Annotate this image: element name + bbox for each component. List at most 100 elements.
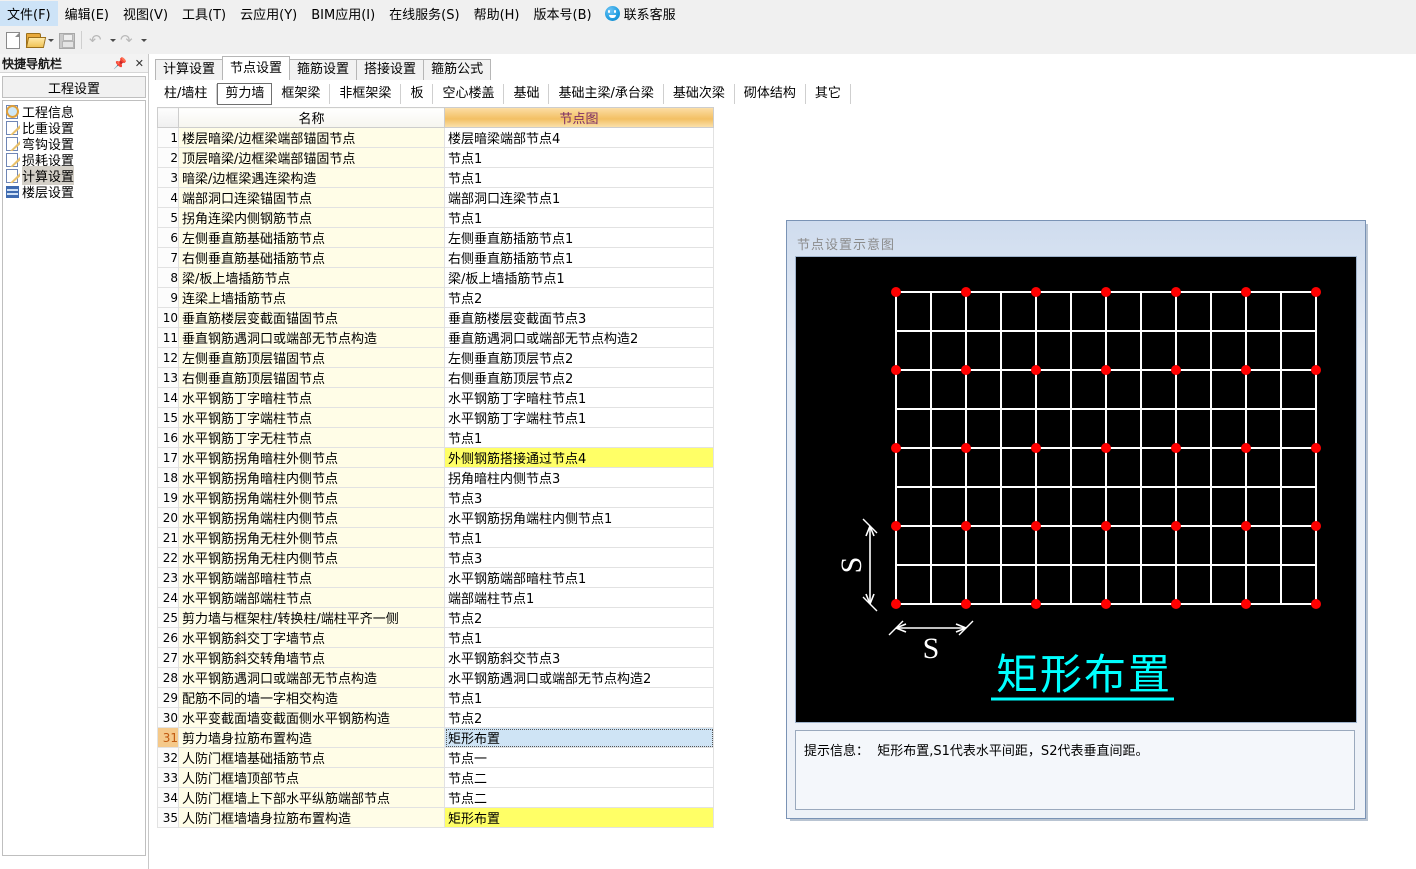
row-index-cell[interactable]: 22 — [157, 547, 179, 568]
row-value-cell[interactable]: 节点3 — [444, 547, 714, 568]
row-value-cell[interactable]: 节点2 — [444, 287, 714, 308]
row-index-cell[interactable]: 10 — [157, 307, 179, 328]
tab-stirrup-settings[interactable]: 箍筋设置 — [289, 59, 358, 80]
row-index-cell[interactable]: 33 — [157, 767, 179, 788]
tab-stirrup-formula[interactable]: 箍筋公式 — [423, 59, 492, 80]
table-row[interactable]: 20 水平钢筋拐角端柱内侧节点 水平钢筋拐角端柱内侧节点1 — [157, 507, 714, 528]
menu-item-bim-apps[interactable]: BIM应用(I) — [304, 1, 382, 26]
row-index-cell[interactable]: 30 — [157, 707, 179, 728]
menu-item-online-service[interactable]: 在线服务(S) — [382, 1, 466, 26]
row-name-cell[interactable]: 右侧垂直筋基础插筋节点 — [178, 247, 445, 268]
row-name-cell[interactable]: 水平钢筋丁字无柱节点 — [178, 427, 445, 448]
open-dropdown-icon[interactable] — [46, 29, 55, 51]
sidebar-section-header[interactable]: 工程设置 — [2, 76, 146, 98]
menu-item-view[interactable]: 视图(V) — [116, 1, 175, 26]
row-name-cell[interactable]: 水平钢筋拐角无柱外侧节点 — [178, 527, 445, 548]
row-index-cell[interactable]: 14 — [157, 387, 179, 408]
redo-icon[interactable]: ↷ — [117, 29, 139, 51]
row-index-cell[interactable]: 25 — [157, 607, 179, 628]
row-index-cell[interactable]: 27 — [157, 647, 179, 668]
row-index-cell[interactable]: 32 — [157, 747, 179, 768]
row-name-cell[interactable]: 右侧垂直筋顶层锚固节点 — [178, 367, 445, 388]
row-value-cell[interactable]: 矩形布置 — [444, 727, 714, 748]
subtab-masonry-structure[interactable]: 砌体结构 — [735, 84, 806, 104]
pin-icon[interactable]: 📌 — [113, 57, 127, 70]
row-name-cell[interactable]: 楼层暗梁/边框梁端部锚固节点 — [178, 127, 445, 148]
row-name-cell[interactable]: 水平变截面墙变截面侧水平钢筋构造 — [178, 707, 445, 728]
subtab-column-wall-column[interactable]: 柱/墙柱 — [155, 84, 218, 104]
row-value-cell[interactable]: 矩形布置 — [444, 807, 714, 828]
row-index-cell[interactable]: 8 — [157, 267, 179, 288]
row-value-cell[interactable]: 右侧垂直筋插筋节点1 — [444, 247, 714, 268]
row-name-cell[interactable]: 人防门框墙上下部水平纵筋端部节点 — [178, 787, 445, 808]
table-row[interactable]: 2 顶层暗梁/边框梁端部锚固节点 节点1 — [157, 147, 714, 168]
undo-dropdown-icon[interactable] — [108, 29, 117, 51]
row-index-cell[interactable]: 6 — [157, 227, 179, 248]
row-index-cell[interactable]: 5 — [157, 207, 179, 228]
contact-support-button[interactable]: 联系客服 — [599, 1, 682, 26]
row-value-cell[interactable]: 节点二 — [444, 787, 714, 808]
table-row[interactable]: 14 水平钢筋丁字暗柱节点 水平钢筋丁字暗柱节点1 — [157, 387, 714, 408]
row-value-cell[interactable]: 节点1 — [444, 427, 714, 448]
subtab-slab[interactable]: 板 — [401, 84, 434, 104]
row-value-cell[interactable]: 水平钢筋遇洞口或端部无节点构造2 — [444, 667, 714, 688]
row-value-cell[interactable]: 节点二 — [444, 767, 714, 788]
close-icon[interactable]: ✕ — [135, 57, 144, 70]
table-row[interactable]: 30 水平变截面墙变截面侧水平钢筋构造 节点2 — [157, 707, 714, 728]
row-value-cell[interactable]: 水平钢筋斜交节点3 — [444, 647, 714, 668]
row-index-cell[interactable]: 23 — [157, 567, 179, 588]
row-name-cell[interactable]: 左侧垂直筋顶层锚固节点 — [178, 347, 445, 368]
row-value-cell[interactable]: 外侧钢筋搭接通过节点4 — [444, 447, 714, 468]
subtab-frame-beam[interactable]: 框架梁 — [272, 84, 331, 104]
row-index-cell[interactable]: 15 — [157, 407, 179, 428]
menu-item-tools[interactable]: 工具(T) — [175, 1, 233, 26]
row-index-cell[interactable]: 19 — [157, 487, 179, 508]
row-index-cell[interactable]: 34 — [157, 787, 179, 808]
row-index-cell[interactable]: 1 — [157, 127, 179, 148]
table-row[interactable]: 15 水平钢筋丁字端柱节点 水平钢筋丁字端柱节点1 — [157, 407, 714, 428]
row-index-cell[interactable]: 4 — [157, 187, 179, 208]
row-name-cell[interactable]: 水平钢筋斜交丁字墙节点 — [178, 627, 445, 648]
row-index-cell[interactable]: 12 — [157, 347, 179, 368]
row-name-cell[interactable]: 端部洞口连梁锚固节点 — [178, 187, 445, 208]
open-folder-icon[interactable] — [24, 29, 47, 51]
table-row[interactable]: 23 水平钢筋端部暗柱节点 水平钢筋端部暗柱节点1 — [157, 567, 714, 588]
row-index-cell[interactable]: 31 — [157, 727, 179, 748]
subtab-other[interactable]: 其它 — [806, 84, 851, 104]
row-name-cell[interactable]: 水平钢筋丁字端柱节点 — [178, 407, 445, 428]
row-name-cell[interactable]: 水平钢筋丁字暗柱节点 — [178, 387, 445, 408]
subtab-hollow-floor[interactable]: 空心楼盖 — [433, 84, 505, 104]
row-index-cell[interactable]: 17 — [157, 447, 179, 468]
table-row[interactable]: 5 拐角连梁内侧钢筋节点 节点1 — [157, 207, 714, 228]
table-row[interactable]: 33 人防门框墙顶部节点 节点二 — [157, 767, 714, 788]
row-name-cell[interactable]: 人防门框墙基础插筋节点 — [178, 747, 445, 768]
row-name-cell[interactable]: 拐角连梁内侧钢筋节点 — [178, 207, 445, 228]
table-row[interactable]: 21 水平钢筋拐角无柱外侧节点 节点1 — [157, 527, 714, 548]
row-name-cell[interactable]: 水平钢筋斜交转角墙节点 — [178, 647, 445, 668]
row-value-cell[interactable]: 节点2 — [444, 607, 714, 628]
table-row[interactable]: 1 楼层暗梁/边框梁端部锚固节点 楼层暗梁端部节点4 — [157, 127, 714, 148]
table-row[interactable]: 19 水平钢筋拐角端柱外侧节点 节点3 — [157, 487, 714, 508]
row-name-cell[interactable]: 暗梁/边框梁遇连梁构造 — [178, 167, 445, 188]
table-row[interactable]: 6 左侧垂直筋基础插筋节点 左侧垂直筋插筋节点1 — [157, 227, 714, 248]
table-row[interactable]: 17 水平钢筋拐角暗柱外侧节点 外侧钢筋搭接通过节点4 — [157, 447, 714, 468]
row-value-cell[interactable]: 水平钢筋丁字端柱节点1 — [444, 407, 714, 428]
row-name-cell[interactable]: 水平钢筋拐角端柱外侧节点 — [178, 487, 445, 508]
menu-item-version[interactable]: 版本号(B) — [527, 1, 599, 26]
row-index-cell[interactable]: 28 — [157, 667, 179, 688]
subtab-foundation-secondary-beam[interactable]: 基础次梁 — [664, 84, 735, 104]
subtab-non-frame-beam[interactable]: 非框架梁 — [330, 84, 402, 104]
row-name-cell[interactable]: 水平钢筋端部端柱节点 — [178, 587, 445, 608]
table-row[interactable]: 28 水平钢筋遇洞口或端部无节点构造 水平钢筋遇洞口或端部无节点构造2 — [157, 667, 714, 688]
row-name-cell[interactable]: 水平钢筋拐角无柱内侧节点 — [178, 547, 445, 568]
row-index-cell[interactable]: 11 — [157, 327, 179, 348]
table-row[interactable]: 16 水平钢筋丁字无柱节点 节点1 — [157, 427, 714, 448]
table-row[interactable]: 27 水平钢筋斜交转角墙节点 水平钢筋斜交节点3 — [157, 647, 714, 668]
tab-lap-settings[interactable]: 搭接设置 — [356, 59, 425, 80]
table-row[interactable]: 25 剪力墙与框架柱/转换柱/端柱平齐一侧 节点2 — [157, 607, 714, 628]
row-value-cell[interactable]: 水平钢筋丁字暗柱节点1 — [444, 387, 714, 408]
table-row[interactable]: 13 右侧垂直筋顶层锚固节点 右侧垂直筋顶层节点2 — [157, 367, 714, 388]
row-index-cell[interactable]: 21 — [157, 527, 179, 548]
row-name-cell[interactable]: 水平钢筋端部暗柱节点 — [178, 567, 445, 588]
tab-node-settings[interactable]: 节点设置 — [222, 56, 291, 80]
